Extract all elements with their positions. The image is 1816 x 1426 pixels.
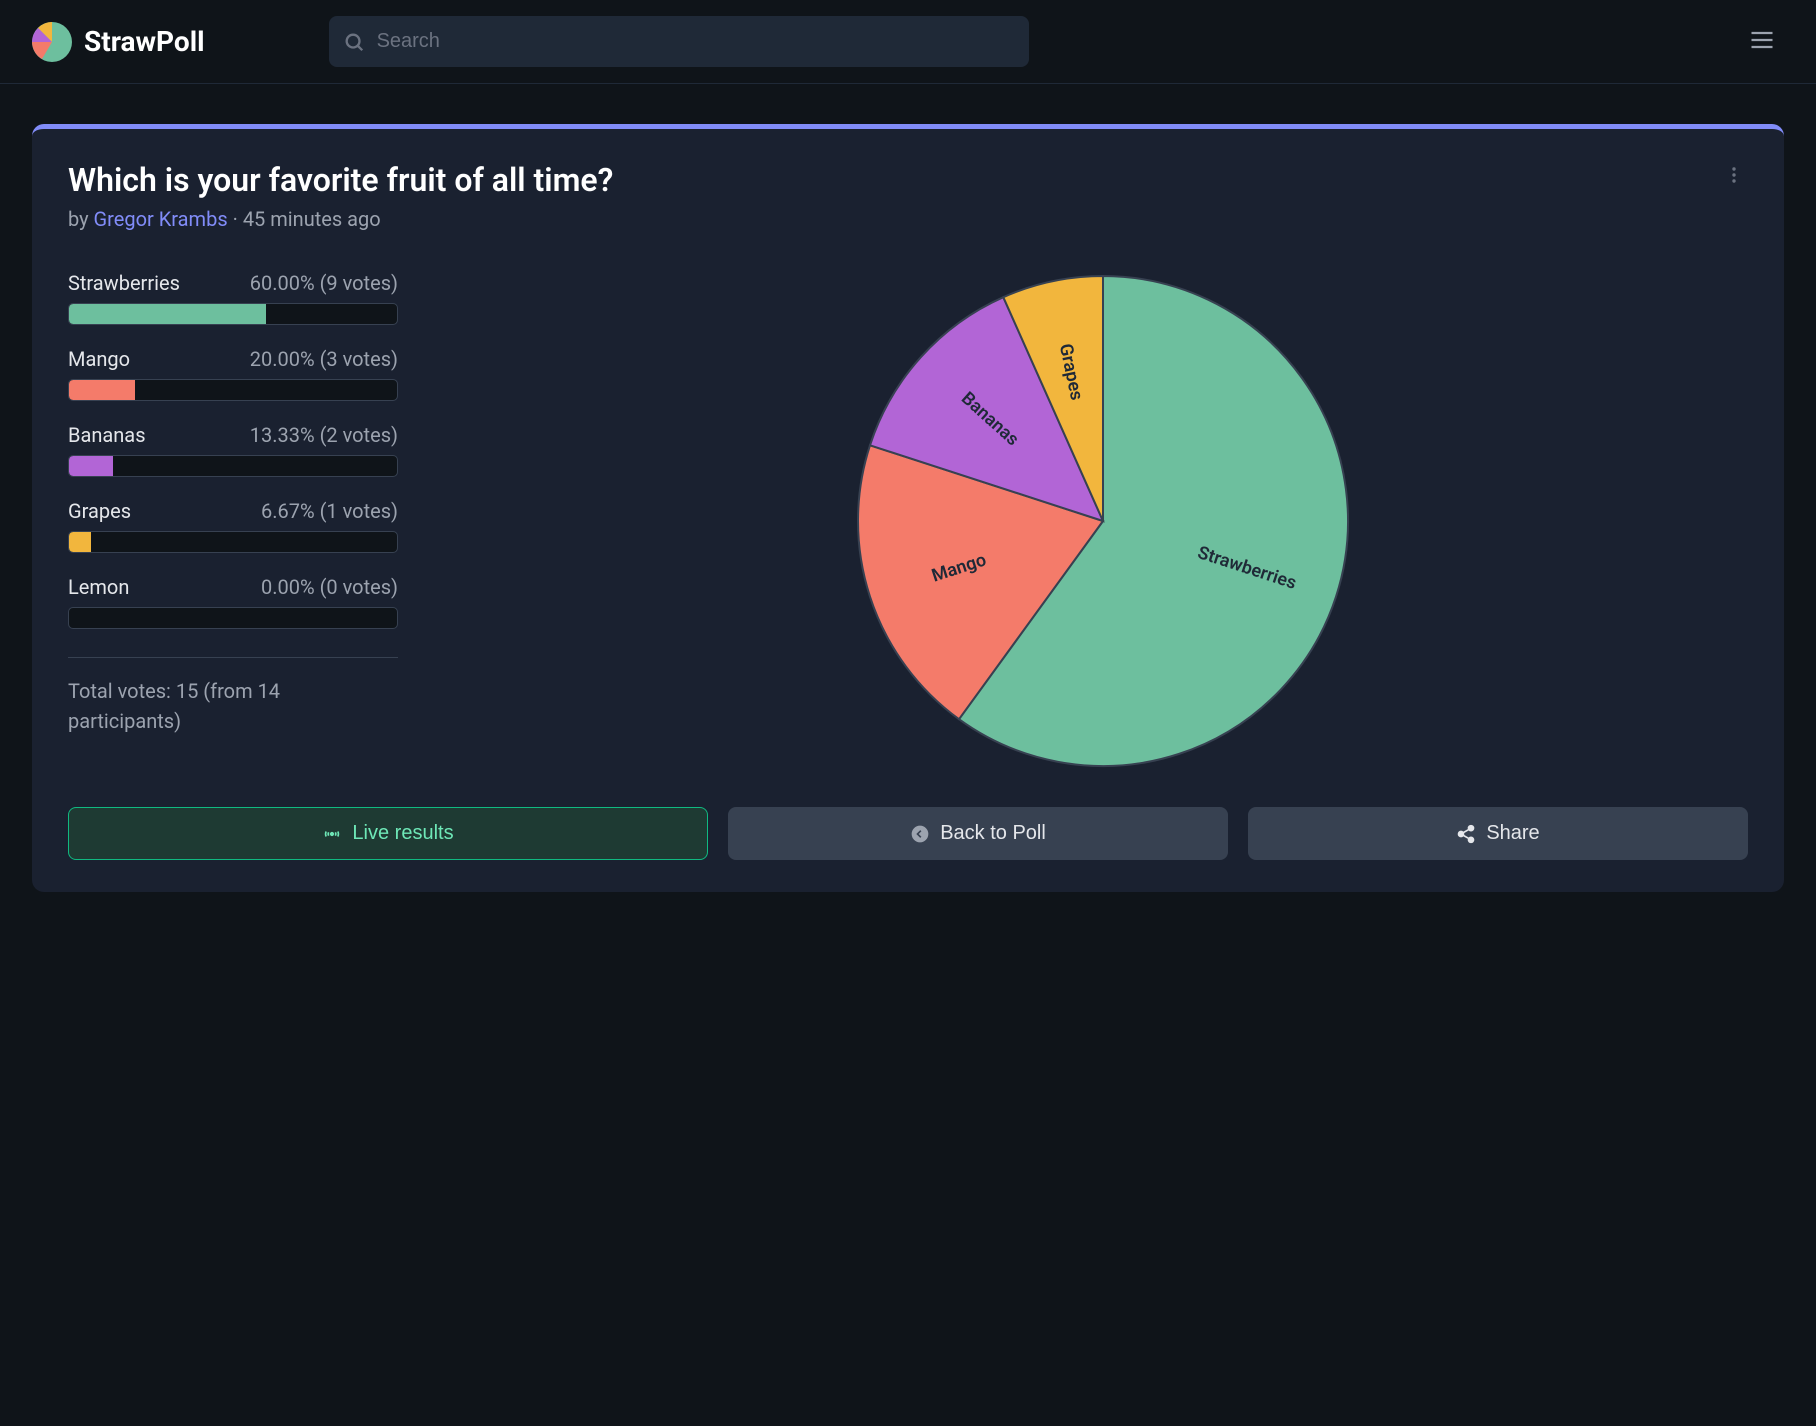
arrow-left-circle-icon xyxy=(910,824,930,844)
bar-track xyxy=(68,303,398,325)
pie-chart: StrawberriesMangoBananasGrapes xyxy=(853,271,1353,771)
bar-fill xyxy=(69,304,266,324)
result-name: Bananas xyxy=(68,423,146,447)
app-header: StrawPoll xyxy=(0,0,1816,84)
result-stat: 60.00% (9 votes) xyxy=(250,271,398,295)
author-link[interactable]: Gregor Krambs xyxy=(94,207,228,231)
result-name: Mango xyxy=(68,347,130,371)
bar-fill xyxy=(69,532,91,552)
search-icon xyxy=(343,31,365,53)
result-row: Strawberries 60.00% (9 votes) xyxy=(68,271,398,325)
bar-track xyxy=(68,531,398,553)
poll-card: Which is your favorite fruit of all time… xyxy=(32,124,1784,892)
live-results-button[interactable]: Live results xyxy=(68,807,708,860)
back-to-poll-button[interactable]: Back to Poll xyxy=(728,807,1228,860)
hamburger-icon xyxy=(1748,26,1776,54)
share-icon xyxy=(1456,824,1476,844)
bar-track xyxy=(68,607,398,629)
poll-title: Which is your favorite fruit of all time… xyxy=(68,161,613,199)
poll-time: 45 minutes ago xyxy=(243,207,381,231)
search-input[interactable] xyxy=(329,16,1029,67)
logo-icon xyxy=(32,22,72,62)
result-stat: 6.67% (1 votes) xyxy=(261,499,398,523)
poll-byline: by Gregor Krambs · 45 minutes ago xyxy=(68,207,613,231)
bar-fill xyxy=(69,380,135,400)
menu-button[interactable] xyxy=(1740,18,1784,66)
bar-fill xyxy=(69,456,113,476)
result-row: Mango 20.00% (3 votes) xyxy=(68,347,398,401)
result-name: Grapes xyxy=(68,499,131,523)
result-name: Strawberries xyxy=(68,271,180,295)
brand[interactable]: StrawPoll xyxy=(32,22,205,62)
more-options-button[interactable] xyxy=(1720,161,1748,193)
result-row: Bananas 13.33% (2 votes) xyxy=(68,423,398,477)
result-name: Lemon xyxy=(68,575,129,599)
search-wrap xyxy=(329,16,1029,67)
result-stat: 20.00% (3 votes) xyxy=(250,347,398,371)
action-row: Live results Back to Poll Share xyxy=(68,807,1748,860)
bar-track xyxy=(68,455,398,477)
result-row: Grapes 6.67% (1 votes) xyxy=(68,499,398,553)
broadcast-icon xyxy=(322,824,342,844)
totals-text: Total votes: 15 (from 14 participants) xyxy=(68,676,398,736)
kebab-icon xyxy=(1724,165,1744,185)
bar-track xyxy=(68,379,398,401)
results-list: Strawberries 60.00% (9 votes) Mango 20.0… xyxy=(68,271,398,771)
divider xyxy=(68,657,398,658)
brand-name: StrawPoll xyxy=(84,25,205,58)
result-stat: 0.00% (0 votes) xyxy=(261,575,398,599)
result-stat: 13.33% (2 votes) xyxy=(250,423,398,447)
share-button[interactable]: Share xyxy=(1248,807,1748,860)
result-row: Lemon 0.00% (0 votes) xyxy=(68,575,398,629)
